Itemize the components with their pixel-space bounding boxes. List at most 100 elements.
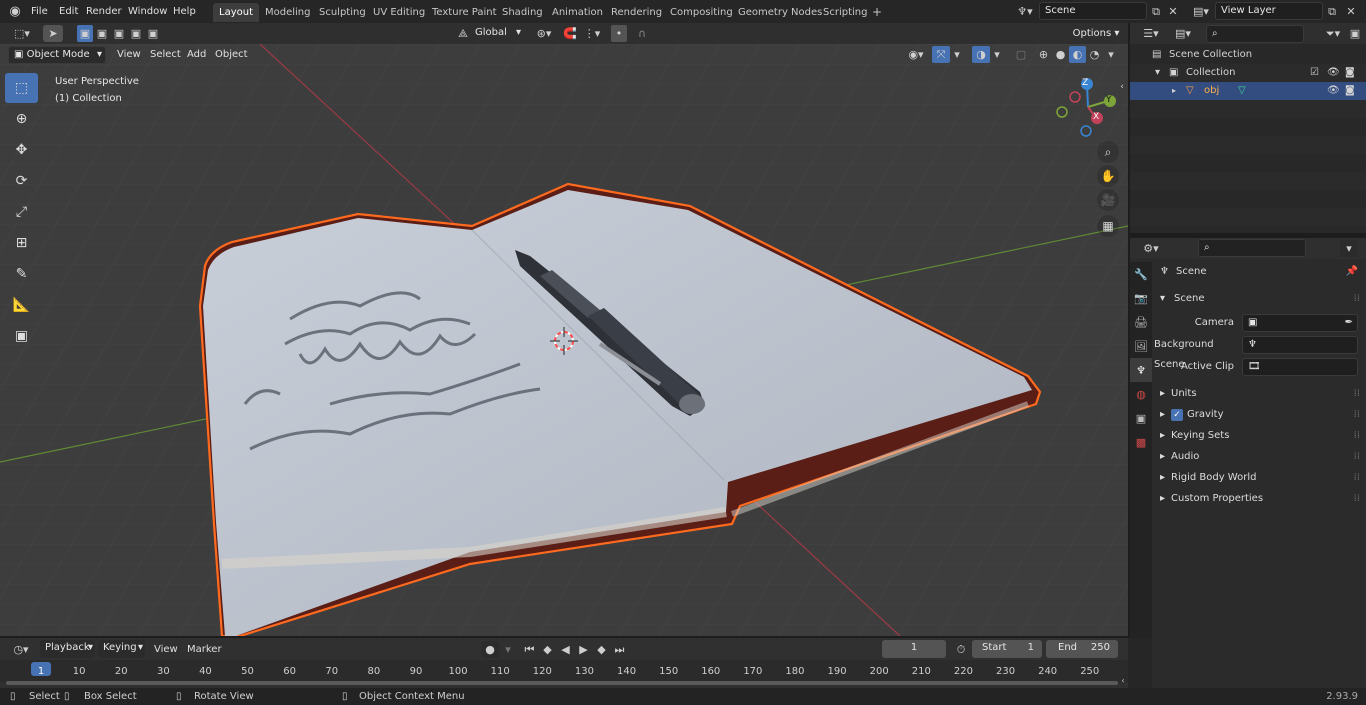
tab-rendering[interactable]: Rendering	[605, 3, 668, 22]
pin-icon[interactable]: 📌	[1346, 262, 1358, 282]
jump-start-icon[interactable]: ⏮	[521, 641, 538, 658]
editor-type-icon[interactable]: ⬚▾	[8, 25, 36, 42]
tab-compositing[interactable]: Compositing	[664, 3, 739, 22]
units-panel-header[interactable]: ▸ Units ⁞⁞	[1154, 384, 1362, 404]
transform-orientation-dropdown[interactable]: Global ▾	[470, 25, 524, 43]
proportional-edit-icon[interactable]: •	[611, 25, 627, 42]
outliner-editor-type-icon[interactable]: ☰▾	[1138, 25, 1164, 42]
rigid-body-world-panel-header[interactable]: ▸ Rigid Body World ⁞⁞	[1154, 468, 1362, 488]
keying-dropdown[interactable]: Keying ▾	[98, 640, 145, 658]
select-invert-icon[interactable]: ▣	[128, 25, 144, 42]
sidebar-toggle-icon[interactable]: ‹	[1117, 80, 1127, 94]
outliner-row-collection[interactable]: ▾ ▣ Collection ☑ 👁 ◙	[1130, 64, 1366, 82]
menu-add[interactable]: Add	[182, 46, 211, 63]
overlays-dropdown-icon[interactable]: ▾	[991, 46, 1003, 63]
tab-layout[interactable]: Layout	[213, 3, 259, 22]
snap-toggle-icon[interactable]: 🧲	[562, 25, 578, 42]
filter-icon[interactable]: ⏷▾	[1320, 25, 1346, 42]
mesh-data-icon[interactable]: ▽	[1238, 82, 1246, 100]
outliner-row-obj[interactable]: ▸ ▽ obj ▽ 👁 ◙	[1130, 82, 1366, 100]
scene-panel-header[interactable]: ▾ Scene ⁞⁞	[1154, 289, 1362, 309]
drag-handle-icon[interactable]: ⁞⁞	[1354, 489, 1360, 509]
transform-tool-icon[interactable]: ⊞	[5, 228, 38, 258]
record-keyframe-icon[interactable]: ●	[481, 641, 499, 658]
shading-wireframe-icon[interactable]: ⊕	[1035, 46, 1052, 63]
end-frame-field[interactable]: End 250	[1046, 640, 1118, 658]
zoom-view-icon[interactable]: ⌕	[1097, 141, 1119, 163]
world-tab-icon[interactable]: ◍	[1130, 382, 1152, 406]
timeline-editor-type-icon[interactable]: ◷▾	[8, 641, 34, 658]
menu-file[interactable]: File	[26, 3, 53, 20]
measure-tool-icon[interactable]: 📐	[5, 290, 38, 320]
add-workspace-button[interactable]: +	[866, 3, 888, 22]
outliner-row-scene-collection[interactable]: ▤ Scene Collection	[1130, 46, 1366, 64]
jump-keyframe-back-icon[interactable]: ◆	[539, 641, 556, 658]
menu-object[interactable]: Object	[210, 46, 253, 63]
timeline-collapse-icon[interactable]: ‹	[1118, 675, 1128, 685]
tab-animation[interactable]: Animation	[546, 3, 609, 22]
active-clip-field[interactable]: 🎞	[1242, 358, 1358, 376]
new-scene-icon[interactable]: ⧉	[1148, 3, 1164, 20]
exclude-checkbox-icon[interactable]: ☑	[1310, 64, 1319, 82]
delete-view-layer-icon[interactable]: ✕	[1344, 3, 1358, 20]
properties-search-input[interactable]: ⌕	[1198, 239, 1306, 257]
expand-arrow-icon[interactable]: ▾	[1155, 64, 1160, 82]
cursor-tool-icon[interactable]: ⊕	[5, 104, 38, 134]
current-frame-field[interactable]: 1	[882, 640, 946, 658]
camera-view-icon[interactable]: 🎥	[1097, 189, 1119, 211]
timeline-scrollbar[interactable]	[6, 681, 1118, 685]
object-mode-dropdown[interactable]: ▣ Object Mode ▾	[8, 46, 106, 64]
3d-viewport[interactable]: User Perspective (1) Collection Z Y X ⌕ …	[0, 44, 1128, 636]
camera-render-icon[interactable]: ◙	[1345, 82, 1355, 100]
menu-window[interactable]: Window	[123, 3, 172, 20]
menu-render[interactable]: Render	[81, 3, 127, 20]
display-mode-icon[interactable]: ▤▾	[1170, 25, 1196, 42]
eye-icon[interactable]: 👁	[1327, 64, 1340, 82]
audio-panel-header[interactable]: ▸ Audio ⁞⁞	[1154, 447, 1362, 467]
add-cube-tool-icon[interactable]: ▣	[5, 321, 38, 351]
gravity-checkbox[interactable]: ✓	[1171, 409, 1183, 421]
tab-shading[interactable]: Shading	[496, 3, 549, 22]
playback-dropdown[interactable]: Playback ▾	[40, 640, 95, 658]
menu-edit[interactable]: Edit	[54, 3, 83, 20]
pivot-point-icon[interactable]: ⊛▾	[532, 25, 556, 42]
drag-handle-icon[interactable]: ⁞⁞	[1354, 384, 1360, 404]
falloff-icon[interactable]: ∩	[630, 25, 654, 42]
start-frame-field[interactable]: Start 1	[972, 640, 1042, 658]
gizmo-toggle-icon[interactable]: ⤧	[932, 46, 950, 63]
snap-target-icon[interactable]: ⋮▾	[580, 25, 604, 42]
tab-geometry-nodes[interactable]: Geometry Nodes	[732, 3, 828, 22]
menu-help[interactable]: Help	[168, 3, 201, 20]
gizmo-dropdown-icon[interactable]: ▾	[951, 46, 963, 63]
gravity-panel-header[interactable]: ▸ ✓ Gravity ⁞⁞	[1154, 405, 1362, 425]
new-view-layer-icon[interactable]: ⧉	[1324, 3, 1340, 20]
timeline-menu-view[interactable]: View	[149, 641, 183, 658]
select-box-tool-icon[interactable]: ⬚	[5, 73, 38, 103]
timeline-menu-marker[interactable]: Marker	[182, 641, 227, 658]
select-tool-icon[interactable]: ➤	[43, 25, 63, 42]
scene-tab-icon[interactable]: ♆	[1130, 358, 1152, 382]
ortho-toggle-icon[interactable]: ▦	[1097, 215, 1119, 237]
annotate-tool-icon[interactable]: ✎	[5, 259, 38, 289]
scene-name-field[interactable]: Scene	[1039, 2, 1147, 20]
drag-handle-icon[interactable]: ⁞⁞	[1354, 468, 1360, 488]
preview-range-icon[interactable]: ⏱	[953, 641, 969, 658]
properties-editor-type-icon[interactable]: ⚙▾	[1138, 240, 1164, 257]
tab-modeling[interactable]: Modeling	[259, 3, 317, 22]
new-collection-icon[interactable]: ▣	[1347, 25, 1363, 42]
move-tool-icon[interactable]: ✥	[5, 135, 38, 165]
menu-view[interactable]: View	[112, 46, 146, 63]
tab-texture-paint[interactable]: Texture Paint	[426, 3, 503, 22]
tab-scripting[interactable]: Scripting	[817, 3, 873, 22]
options-button[interactable]: Options ▾	[1068, 25, 1124, 43]
scene-selector-icon[interactable]: ♆▾	[1012, 3, 1038, 20]
drag-handle-icon[interactable]: ⁞⁞	[1354, 426, 1360, 446]
drag-handle-icon[interactable]: ⁞⁞	[1354, 289, 1360, 309]
tool-tab-icon[interactable]: 🔧	[1130, 262, 1152, 286]
overlays-toggle-icon[interactable]: ◑	[972, 46, 990, 63]
view-layer-field[interactable]: View Layer	[1215, 2, 1323, 20]
select-intersect-icon[interactable]: ▣	[145, 25, 161, 42]
menu-select[interactable]: Select	[145, 46, 186, 63]
keying-sets-panel-header[interactable]: ▸ Keying Sets ⁞⁞	[1154, 426, 1362, 446]
tab-uv-editing[interactable]: UV Editing	[367, 3, 431, 22]
